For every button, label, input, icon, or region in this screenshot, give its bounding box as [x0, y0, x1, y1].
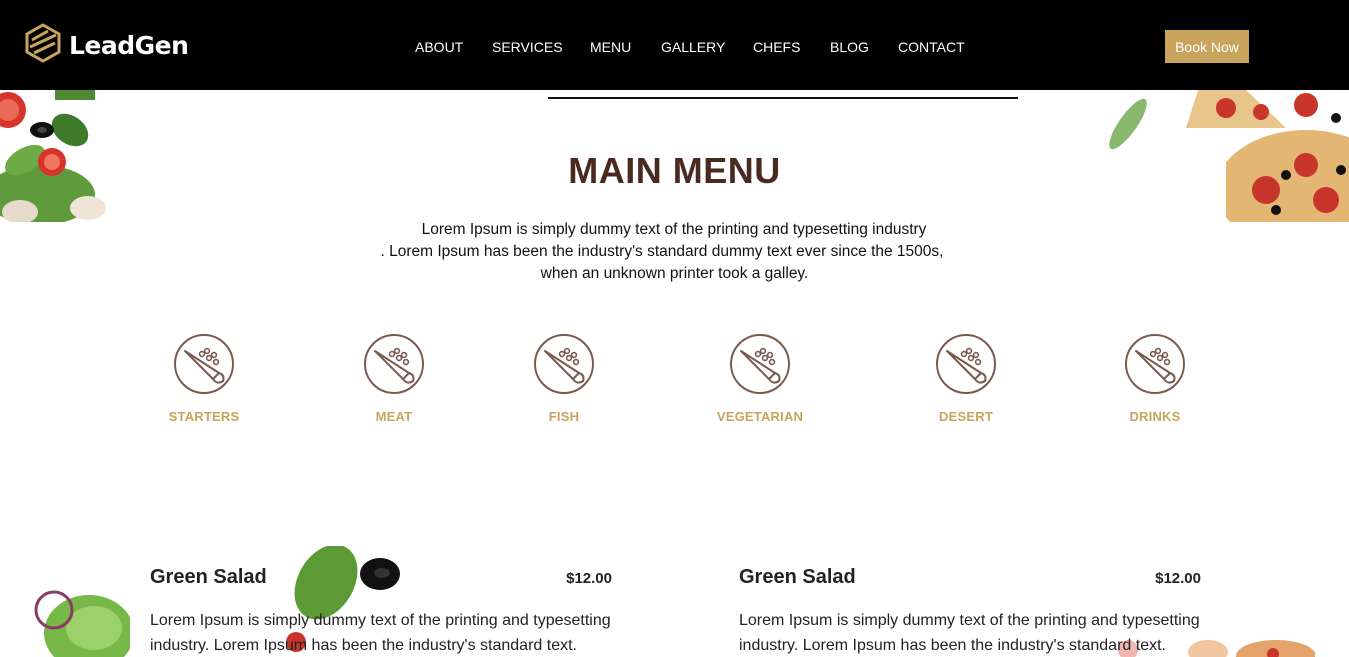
carrot-plate-icon — [730, 334, 790, 394]
menu-item-description: Lorem Ipsum is simply dummy text of the … — [739, 612, 1200, 654]
site-header: LeadGen ABOUT SERVICES MENU GALLERY CHEF… — [0, 0, 1349, 90]
category-fish[interactable]: FISH — [484, 333, 644, 424]
nav-chefs[interactable]: CHEFS — [753, 39, 800, 55]
menu-item-description: Lorem Ipsum is simply dummy text of the … — [150, 612, 611, 654]
carrot-plate-icon — [534, 334, 594, 394]
nav-menu[interactable]: MENU — [590, 39, 631, 55]
nav-contact[interactable]: CONTACT — [898, 39, 965, 55]
category-label: DRINKS — [1129, 409, 1181, 424]
lettuce-decoration — [34, 588, 130, 657]
nav-services[interactable]: SERVICES — [492, 39, 563, 55]
category-label: STARTERS — [168, 409, 240, 424]
logo-icon — [24, 22, 62, 68]
herb-decoration — [1102, 92, 1157, 158]
menu-item-name: Green Salad — [150, 566, 267, 588]
intro-text: Lorem Ipsum is simply dummy text of the … — [0, 219, 1349, 285]
carrot-plate-icon — [936, 334, 996, 394]
nav-blog[interactable]: BLOG — [830, 39, 869, 55]
intro-line: . Lorem Ipsum has been the industry's st… — [380, 243, 944, 260]
page: LeadGen ABOUT SERVICES MENU GALLERY CHEF… — [0, 0, 1349, 657]
logo[interactable]: LeadGen — [24, 22, 189, 68]
page-title: MAIN MENU — [568, 150, 781, 191]
menu-item-price: $12.00 — [1155, 570, 1201, 587]
nav-about[interactable]: ABOUT — [415, 39, 463, 55]
category-vegetarian[interactable]: VEGETARIAN — [680, 333, 840, 424]
category-label: DESERT — [939, 409, 993, 424]
intro-line: Lorem Ipsum is simply dummy text of the … — [421, 221, 927, 238]
category-drinks[interactable]: DRINKS — [1075, 333, 1235, 424]
book-now-button[interactable]: Book Now — [1165, 30, 1249, 63]
carrot-plate-icon — [364, 334, 424, 394]
menu-item-price: $12.00 — [566, 570, 612, 587]
logo-text: LeadGen — [69, 30, 189, 60]
category-desert[interactable]: DESERT — [886, 333, 1046, 424]
carrot-plate-icon — [1125, 334, 1185, 394]
brush-stroke-divider — [548, 88, 1018, 99]
category-meat[interactable]: MEAT — [314, 333, 474, 424]
category-label: MEAT — [375, 409, 413, 424]
category-label: VEGETARIAN — [716, 409, 804, 424]
category-starters[interactable]: STARTERS — [124, 333, 284, 424]
nav-gallery[interactable]: GALLERY — [661, 39, 725, 55]
menu-item-name: Green Salad — [739, 566, 856, 588]
carrot-plate-icon — [174, 334, 234, 394]
intro-line: when an unknown printer took a galley. — [540, 265, 809, 282]
category-label: FISH — [548, 409, 580, 424]
